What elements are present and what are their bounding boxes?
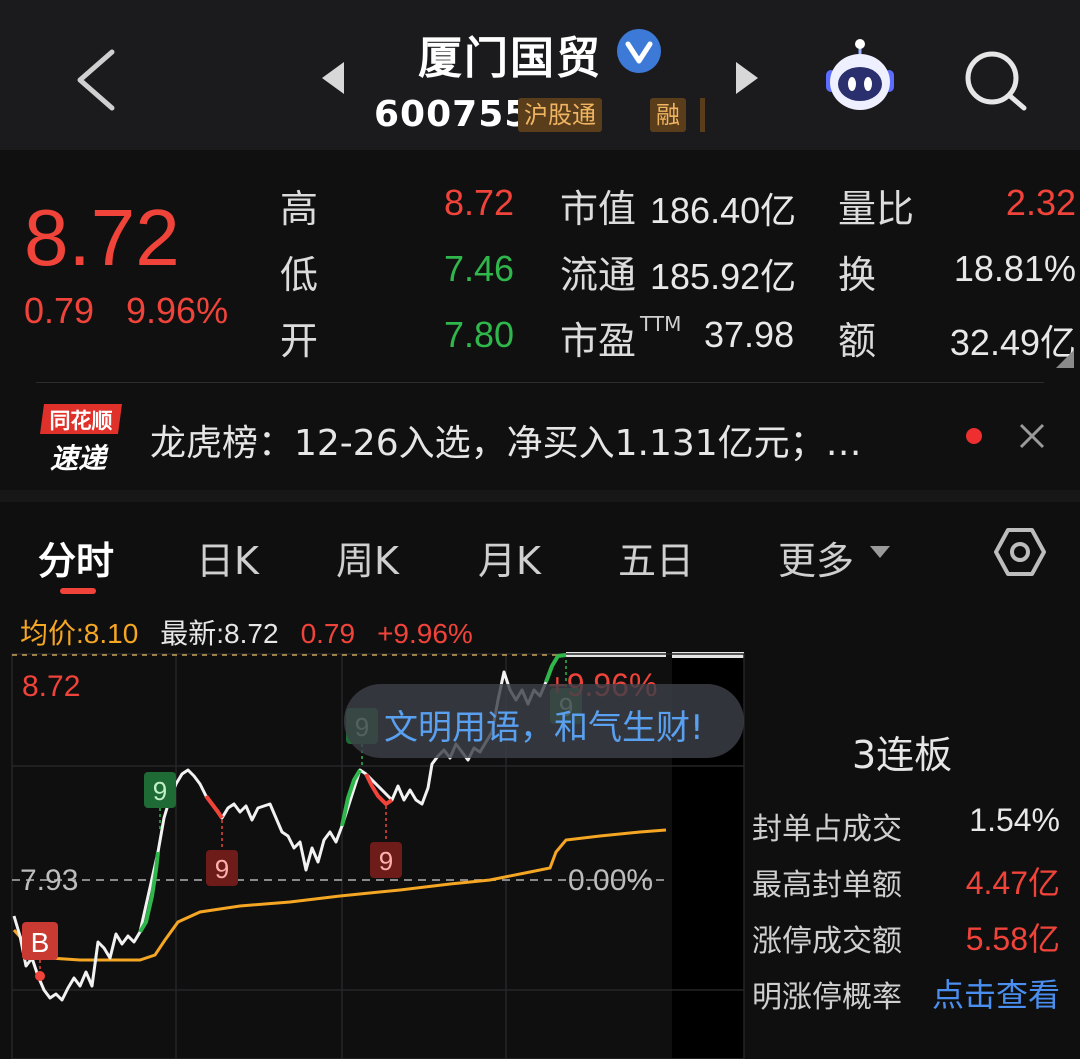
limit-up-streak-title: 3连板	[852, 733, 953, 777]
prev-stock-icon[interactable]	[320, 60, 346, 96]
prev-close-pct-label: 0.00%	[568, 864, 653, 897]
chart-mask-top-bar	[672, 652, 744, 658]
tab-more[interactable]: 更多	[778, 530, 854, 585]
signal-label: 9	[379, 846, 393, 876]
stock-code: 600755	[374, 94, 531, 135]
market-cap-label: 市值	[560, 187, 637, 231]
seal-ratio-value: 1.54%	[969, 802, 1060, 838]
top-price-label: 8.72	[22, 670, 80, 703]
unread-dot	[966, 428, 982, 444]
badge-overflow-edge	[700, 98, 705, 132]
signal-label: 9	[215, 854, 229, 884]
verified-badge-icon	[617, 29, 661, 73]
low-value: 7.46	[444, 248, 515, 289]
expand-corner-icon[interactable]	[1056, 350, 1074, 368]
news-logo-top-text: 同花顺	[50, 409, 113, 433]
max-seal-amount-value: 4.47亿	[965, 865, 1060, 901]
search-icon[interactable]	[962, 48, 1030, 112]
high-label: 高	[280, 187, 319, 231]
back-arrow-icon[interactable]	[72, 48, 122, 112]
stock-name: 厦门国贸	[418, 33, 602, 84]
margin-badge: 融	[650, 98, 686, 132]
news-headline[interactable]: 龙虎榜：12-26入选，净买入1.131亿元；…	[150, 414, 862, 466]
price-change-percent: 9.96%	[126, 290, 229, 331]
volume-ratio-value: 2.32	[1005, 182, 1076, 223]
buy-marker-label: B	[31, 927, 50, 958]
prev-close-price-label: 7.93	[20, 864, 78, 897]
pe-label: 市盈	[560, 319, 637, 363]
open-value: 7.80	[444, 314, 515, 355]
volume-ratio-label: 量比	[838, 187, 915, 231]
green-signal-marker: 9	[144, 772, 176, 830]
limit-up-turnover-value: 5.58亿	[965, 921, 1060, 957]
tab-five-day[interactable]: 五日	[618, 530, 694, 585]
price-change: 0.79	[24, 290, 95, 331]
tab-weekly-k[interactable]: 周K	[336, 530, 399, 585]
tab-intraday[interactable]: 分时	[38, 530, 114, 585]
turnover-value: 18.81%	[953, 248, 1076, 289]
news-logo-bottom-text: 速递	[50, 442, 109, 475]
red-signal-marker: 9	[370, 806, 402, 878]
down-segment-line	[204, 794, 224, 820]
next-limit-up-prob-label: 明涨停概率	[752, 980, 902, 1015]
max-seal-amount-label: 最高封单额	[752, 868, 902, 903]
amount-label: 额	[838, 319, 877, 363]
view-probability-link[interactable]: 点击查看	[932, 970, 1060, 1016]
toast-message: 文明用语，和气生财!	[384, 708, 704, 748]
market-cap-value: 186.40亿	[650, 190, 797, 231]
tonghuashun-express-logo: 同花顺 速递	[40, 404, 122, 475]
low-label: 低	[280, 253, 319, 297]
chevron-down-icon	[870, 546, 890, 558]
turnover-label: 换	[838, 253, 877, 297]
seal-ratio-label: 封单占成交	[752, 812, 902, 847]
signal-label: 9	[153, 776, 167, 806]
limit-up-turnover-label: 涨停成交额	[752, 924, 902, 959]
ai-assistant-robot-icon[interactable]	[820, 38, 900, 114]
float-cap-label: 流通	[560, 253, 637, 297]
hgt-badge: 沪股通	[518, 98, 602, 132]
tab-monthly-k[interactable]: 月K	[478, 530, 541, 585]
close-icon[interactable]	[1018, 422, 1046, 450]
current-price: 8.72	[24, 193, 180, 282]
high-value: 8.72	[444, 182, 515, 223]
red-signal-marker: 9	[206, 820, 238, 886]
float-cap-value: 185.92亿	[650, 256, 797, 297]
section-separator	[0, 490, 1080, 502]
settings-hexagon-icon[interactable]	[994, 526, 1046, 578]
pe-ttm-superscript: TTM	[640, 312, 682, 336]
divider	[36, 382, 1044, 383]
active-tab-indicator	[60, 588, 96, 594]
next-stock-icon[interactable]	[734, 60, 760, 96]
buy-marker: B	[22, 922, 58, 981]
tab-daily-k[interactable]: 日K	[196, 530, 259, 585]
pe-value: 37.98	[704, 314, 795, 355]
open-label: 开	[280, 319, 319, 363]
